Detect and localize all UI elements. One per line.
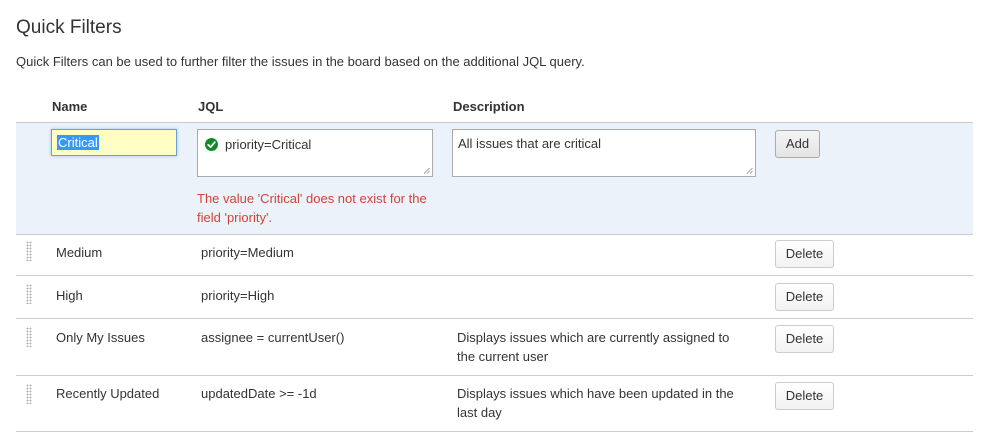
filter-jql: priority=Medium xyxy=(201,245,294,260)
page-description: Quick Filters can be used to further fil… xyxy=(16,54,585,69)
delete-filter-button[interactable]: Delete xyxy=(775,283,834,311)
jql-input-value: priority=Critical xyxy=(225,137,312,152)
resize-grip-icon[interactable] xyxy=(423,167,430,174)
filter-name: Medium xyxy=(56,245,103,260)
drag-handle-icon[interactable] xyxy=(26,384,32,404)
delete-filter-button[interactable]: Delete xyxy=(775,382,834,410)
resize-grip-icon[interactable] xyxy=(746,167,753,174)
drag-handle-icon[interactable] xyxy=(26,241,32,261)
drag-handle-icon[interactable] xyxy=(26,284,32,304)
quick-filters-page: Quick Filters Quick Filters can be used … xyxy=(0,0,999,437)
filter-name: Only My Issues xyxy=(56,330,145,345)
drag-handle-icon[interactable] xyxy=(26,327,32,347)
page-title: Quick Filters xyxy=(16,17,122,38)
description-input-value: All issues that are critical xyxy=(458,136,602,151)
filter-name: High xyxy=(56,288,83,303)
filter-name-selected-text: Critical xyxy=(57,135,99,150)
jql-error-message: The value 'Critical' does not exist for … xyxy=(197,191,427,225)
filter-jql: assignee = currentUser() xyxy=(201,330,345,345)
filter-jql: priority=High xyxy=(201,288,275,303)
delete-filter-button[interactable]: Delete xyxy=(775,325,834,353)
filter-description: Displays issues which have been updated … xyxy=(457,386,734,420)
delete-filter-button[interactable]: Delete xyxy=(775,240,834,268)
filter-description: Displays issues which are currently assi… xyxy=(457,330,730,364)
check-circle-icon xyxy=(205,138,218,151)
filter-name-input[interactable]: Critical xyxy=(51,129,177,156)
description-input[interactable]: All issues that are critical xyxy=(452,129,756,177)
jql-input[interactable]: priority=Critical xyxy=(197,129,433,177)
row-divider xyxy=(16,275,973,276)
row-divider xyxy=(16,375,973,376)
column-header-name: Name xyxy=(52,99,88,114)
column-header-jql: JQL xyxy=(198,99,224,114)
row-divider xyxy=(16,431,973,432)
filter-jql: updatedDate >= -1d xyxy=(201,386,317,401)
row-divider xyxy=(16,318,973,319)
filter-name: Recently Updated xyxy=(56,386,160,401)
add-filter-button[interactable]: Add xyxy=(775,130,820,158)
column-header-description: Description xyxy=(453,99,525,114)
